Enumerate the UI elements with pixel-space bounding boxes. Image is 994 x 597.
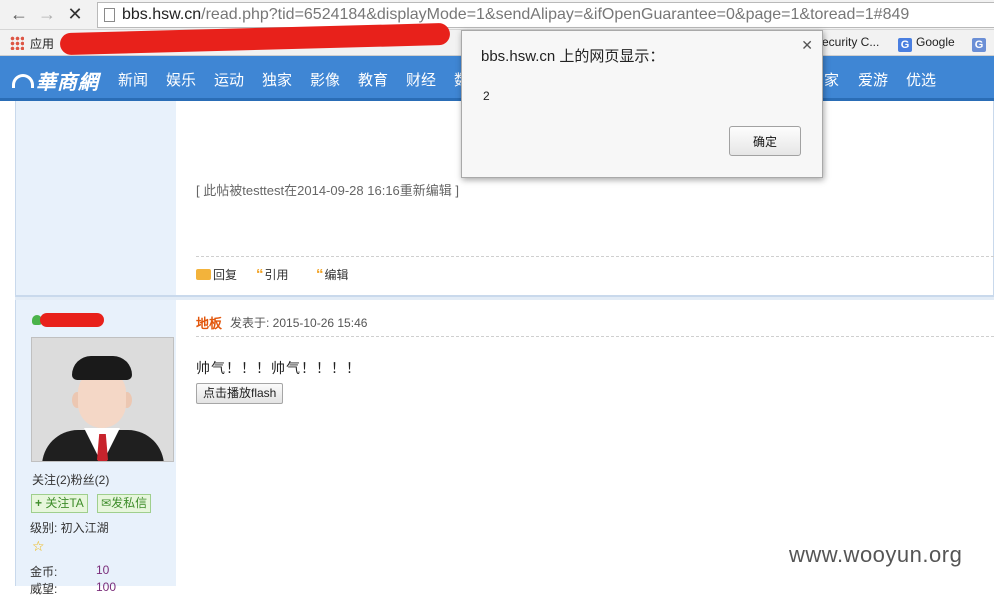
message-button-label: 发私信 [111,496,148,510]
bookmark-google[interactable]: G Google [898,35,955,52]
follow-button[interactable]: + 关注TA [31,494,88,513]
nav-item-exclusive[interactable]: 独家 [262,69,292,90]
forward-arrow-icon[interactable]: → [36,3,58,25]
nav-item-travel[interactable]: 爱游 [858,69,888,90]
post1-divider [196,256,994,257]
nav-item-entertainment[interactable]: 娱乐 [166,69,196,90]
post2-divider [196,336,994,337]
gold-value: 10 [96,563,110,577]
site-logo[interactable]: 華商網 [12,66,99,95]
nav-item-finance[interactable]: 财经 [406,69,436,90]
reply-link[interactable]: 回复 [196,266,237,283]
edit-note: [ 此帖被testtest在2014-09-28 16:16重新编辑 ] [196,183,459,198]
dialog-message: 2 [483,89,490,103]
score-value: 100 [96,580,117,594]
quote-icon: “ [256,266,264,283]
envelope-icon: ✉ [101,496,112,510]
bookmark-security[interactable]: ecurity C... [822,35,879,49]
address-bar[interactable]: bbs.hsw.cn/read.php?tid=6524184&displayM… [97,2,994,28]
user-rank: 级别: 初入江湖 [30,521,109,535]
watermark: www.wooyun.org [789,542,963,567]
translate-glyph: G [972,38,986,52]
bookmark-apps[interactable]: 应用 [30,35,54,52]
plus-icon: + [35,496,46,510]
avatar-hair [72,356,132,380]
ok-button[interactable]: 确定 [729,126,801,156]
url-host: bbs.hsw.cn [122,6,202,23]
reply-icon [196,269,211,280]
redacted-username [40,313,104,327]
logo-swoosh-icon [12,74,34,88]
nav-item-news[interactable]: 新闻 [118,69,148,90]
page-icon [104,8,115,22]
message-button[interactable]: ✉发私信 [97,494,152,513]
browser-toolbar: ← → ✕ bbs.hsw.cn/read.php?tid=6524184&di… [0,0,994,30]
edit-quote-icon: “ [316,266,324,283]
gold-label: 金币: [30,565,58,579]
alert-dialog: bbs.hsw.cn 上的网页显示： ✕ 2 确定 [461,30,823,178]
reply-label: 回复 [213,268,238,282]
dialog-title: bbs.hsw.cn 上的网页显示： [481,48,665,65]
edit-link[interactable]: “编辑 [316,266,349,283]
bookmark-google-label: Google [916,35,955,49]
quote-label: 引用 [264,268,289,282]
follow-button-label: 关注TA [45,496,84,510]
nav-item-home[interactable]: 家 [824,69,839,90]
nav-item-images[interactable]: 影像 [310,69,340,90]
nav-item-sports[interactable]: 运动 [214,69,244,90]
close-icon[interactable]: ✕ [801,37,813,54]
edit-label: 编辑 [324,268,349,282]
follow-stats[interactable]: 关注(2)粉丝(2) [32,471,109,488]
star-icon: ☆ [32,538,45,554]
url-text[interactable]: bbs.hsw.cn/read.php?tid=6524184&displayM… [122,6,909,24]
translate-icon[interactable]: G [972,35,990,52]
stop-loading-icon[interactable]: ✕ [64,3,86,25]
apps-grid-icon[interactable] [10,36,24,50]
nav-item-education[interactable]: 教育 [358,69,388,90]
back-arrow-icon[interactable]: ← [8,3,30,25]
logo-text: 華商網 [36,70,99,94]
avatar[interactable] [31,337,174,462]
post-timestamp: 发表于: 2015-10-26 15:46 [230,316,368,330]
url-path: /read.php?tid=6524184&displayMode=1&send… [201,6,910,23]
google-icon: G [898,38,912,52]
floor-label[interactable]: 地板 [196,313,222,332]
post-content: 帅气！！！帅气！！！！ [196,360,361,376]
score-label: 威望: [30,582,58,596]
nav-item-picks[interactable]: 优选 [906,69,936,90]
quote-link[interactable]: “引用 [256,266,289,283]
play-flash-button[interactable]: 点击播放flash [196,383,284,404]
